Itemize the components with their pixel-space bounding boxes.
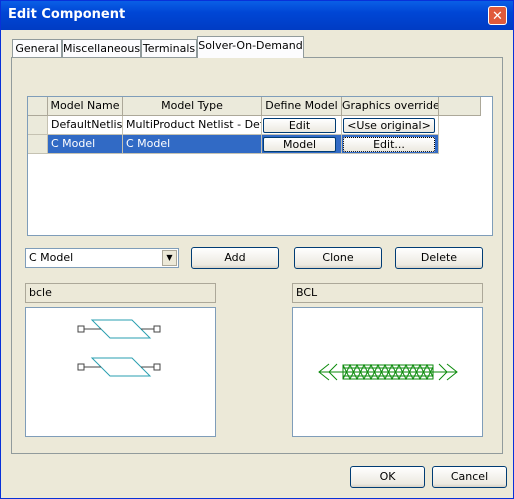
edit-graphics-button[interactable]: Edit... xyxy=(343,137,435,152)
right-symbol-preview xyxy=(292,307,483,437)
column-header-model-type[interactable]: Model Type xyxy=(123,97,262,116)
right-preview-label: BCL xyxy=(292,283,483,303)
row-header[interactable] xyxy=(28,116,48,135)
title-bar[interactable]: Edit Component ✕ xyxy=(1,1,513,30)
column-header-filler xyxy=(439,97,481,116)
define-model-cell: Model xyxy=(262,135,342,154)
model-select-value: C Model xyxy=(29,251,74,264)
window-title: Edit Component xyxy=(8,7,126,22)
tab-solver-on-demand[interactable]: Solver-On-Demand xyxy=(197,36,304,58)
column-header-define-model[interactable]: Define Model xyxy=(262,97,342,116)
clone-button[interactable]: Clone xyxy=(294,247,382,269)
left-preview-label: bcle xyxy=(25,283,216,303)
graphics-overrides-cell: Edit... xyxy=(342,135,439,154)
graphics-overrides-cell: <Use original> xyxy=(342,116,439,135)
row-header-corner xyxy=(28,97,48,116)
model-name-cell[interactable]: DefaultNetlist xyxy=(48,116,123,135)
add-button[interactable]: Add xyxy=(191,247,279,269)
define-model-cell: Edit xyxy=(262,116,342,135)
tab-general[interactable]: General xyxy=(12,39,62,57)
cancel-button[interactable]: Cancel xyxy=(432,466,507,488)
model-select[interactable]: C Model ▼ xyxy=(25,248,179,268)
model-type-cell[interactable]: C Model xyxy=(123,135,262,154)
bcl-symbol-icon xyxy=(318,363,458,381)
close-icon[interactable]: ✕ xyxy=(488,6,507,25)
edit-component-dialog: Edit Component ✕ General Miscellaneous T… xyxy=(0,0,514,499)
model-button[interactable]: Model xyxy=(263,137,336,152)
tab-panel: Model Name Model Type Define Model Graph… xyxy=(11,57,503,454)
models-table: Model Name Model Type Define Model Graph… xyxy=(27,96,493,236)
model-name-cell[interactable]: C Model xyxy=(48,135,123,154)
column-header-model-name[interactable]: Model Name xyxy=(48,97,123,116)
edit-model-button[interactable]: Edit xyxy=(263,118,336,133)
row-header[interactable] xyxy=(28,135,48,154)
bcle-symbol-icon xyxy=(77,319,161,377)
use-original-button[interactable]: <Use original> xyxy=(343,118,435,133)
chevron-down-icon[interactable]: ▼ xyxy=(162,250,177,266)
ok-button[interactable]: OK xyxy=(350,466,425,488)
model-type-cell[interactable]: MultiProduct Netlist - Default xyxy=(123,116,262,135)
column-header-graphics-overrides[interactable]: Graphics overrides xyxy=(342,97,439,116)
tab-terminals[interactable]: Terminals xyxy=(141,39,197,57)
tab-miscellaneous[interactable]: Miscellaneous xyxy=(62,39,141,57)
delete-button[interactable]: Delete xyxy=(395,247,483,269)
left-symbol-preview xyxy=(25,307,216,437)
